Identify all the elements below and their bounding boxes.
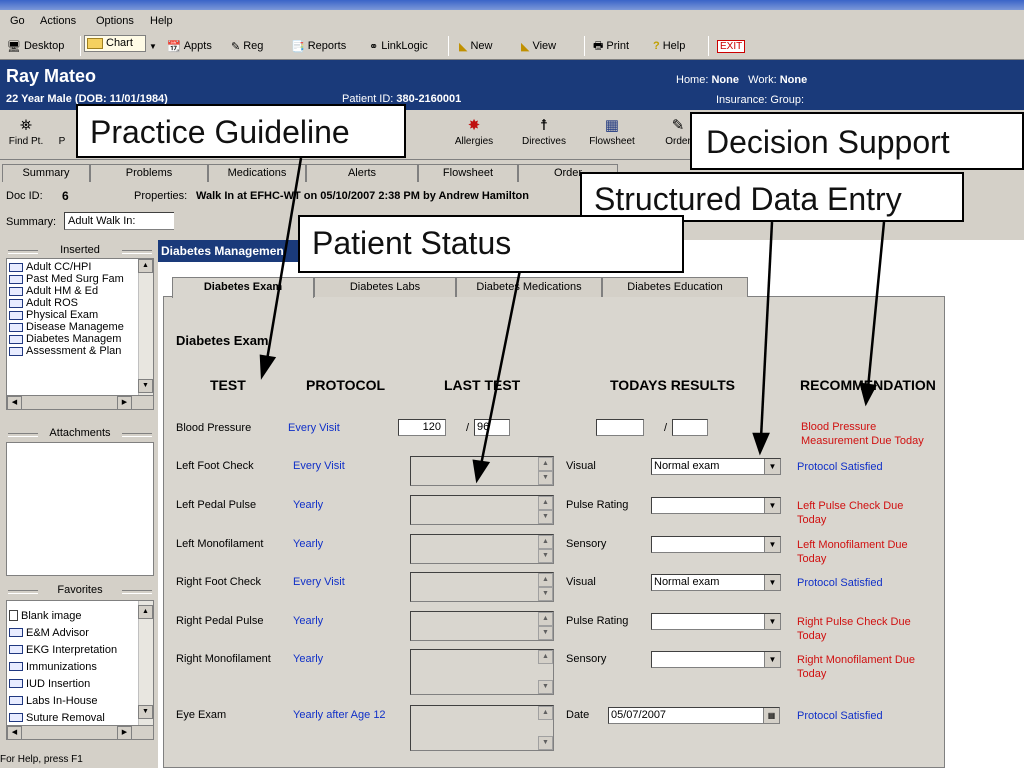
- arrow-structured-entry: [759, 221, 774, 439]
- arrowhead-decision: [859, 382, 877, 407]
- arrowhead-status: [472, 459, 491, 484]
- callout-decision-support: Decision Support: [690, 112, 1024, 170]
- callout-patient-status: Patient Status: [298, 215, 684, 273]
- arrow-decision-support: [866, 221, 886, 389]
- arrowhead-practice: [259, 354, 277, 380]
- arrowhead-structured: [752, 432, 770, 456]
- arrow-practice-guideline: [265, 157, 303, 361]
- callout-practice-guideline: Practice Guideline: [76, 104, 406, 158]
- arrow-patient-status: [479, 264, 523, 466]
